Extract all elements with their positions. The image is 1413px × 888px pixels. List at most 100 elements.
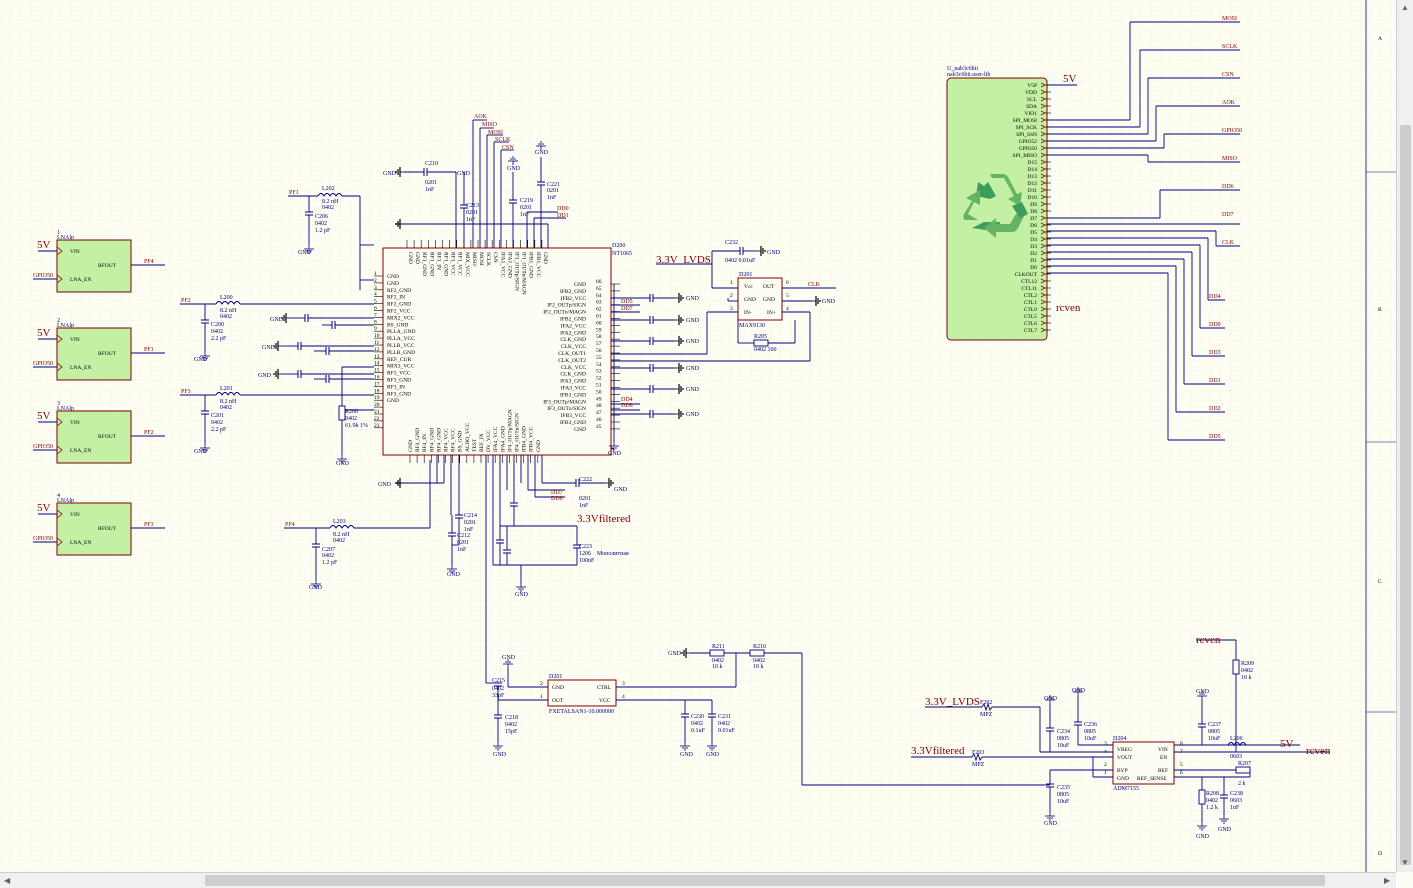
horizontal-scrollbar[interactable]: ◀ ▶	[0, 872, 1396, 888]
buffer-part: MAX9130	[739, 323, 765, 329]
c234-ref: C234	[1057, 729, 1070, 735]
rcv-pin-name: CTL6	[1024, 321, 1037, 327]
c215-val: 33pF	[492, 693, 505, 699]
gnd-label-4: GND	[336, 461, 350, 467]
horizontal-scroll-thumb[interactable]	[205, 875, 1325, 886]
tcxo-gnd-pin: GND	[552, 685, 564, 691]
c201-val: 2.2 pF	[211, 427, 227, 433]
ic-pin-number: 61	[596, 314, 602, 320]
ldo-en-label: rcven	[1306, 745, 1331, 757]
buffer-inp-pin: IN+	[767, 310, 776, 316]
ic-pin-name: RF4_IN	[422, 434, 428, 452]
tcxo-ref: D201	[549, 674, 562, 680]
lna-vin-pin: VIN	[70, 337, 80, 343]
gnd-label-5: GND	[309, 585, 323, 591]
buffer-num-6: 6	[786, 280, 789, 286]
ic-pin-name: GND	[574, 282, 586, 288]
lna-out-net: PF2	[144, 430, 154, 436]
c218-ref: C218	[505, 715, 518, 721]
ic-pin-name: IFB1_GND	[528, 252, 534, 278]
c219-val: 1nF	[520, 212, 530, 218]
c213-ref: C213	[466, 203, 479, 209]
rcv-pin-name: CTL2	[1024, 293, 1037, 299]
scroll-right-arrow-icon[interactable]: ▶	[1384, 876, 1390, 885]
ic-pin-number: 45	[596, 424, 602, 430]
c235-ref: C235	[1057, 785, 1070, 791]
tcxo[interactable]: GND OUT CTRL VCC D201 FXETALSAN1-10.0000…	[540, 674, 625, 715]
ic-pin-name: MIX2_VCC	[387, 315, 415, 321]
vertical-scrollbar[interactable]: ▲ ▼	[1396, 0, 1413, 872]
ic-pin-name: GND	[408, 440, 414, 452]
rcv-pin-name: D14	[1028, 167, 1038, 173]
c238-val: 1nF	[1230, 805, 1240, 811]
buffer-num-3: 3	[730, 306, 733, 312]
rcv-net-aok: AOK	[1222, 100, 1236, 106]
ldo-num-6: 6	[1180, 770, 1183, 776]
c201-pkg: 0402	[211, 420, 223, 426]
buffer-gnd2-pin: GND	[763, 297, 775, 303]
c221-pkg: 0201	[547, 188, 559, 194]
gnd-t4: GND	[706, 752, 720, 758]
lna-gpio-label: GPIO50	[33, 444, 53, 450]
ic-pin-name: REF_IN	[479, 433, 485, 452]
c214-pkg: 0201	[464, 520, 476, 526]
c221-val: 1nF	[547, 195, 557, 201]
ic-pin-number: 14	[374, 361, 380, 367]
gnd-r1: GND	[686, 296, 700, 302]
lna-rfout-pin: RFOUT	[98, 434, 117, 440]
gnd-label-6: GND	[270, 317, 284, 323]
r210-val: 10 k	[753, 664, 764, 670]
ic-pin-number: 19	[374, 395, 380, 401]
ldo-vin-pin: VIN	[1158, 747, 1168, 753]
scroll-down-arrow-icon[interactable]: ▼	[1401, 858, 1409, 867]
ic-pin-number: 53	[596, 369, 602, 375]
rcv-net-dd0: DD0	[1209, 322, 1221, 328]
scroll-left-arrow-icon[interactable]: ◀	[4, 876, 10, 885]
ic-pin-name: IF4_OUTn/SIGN	[515, 413, 521, 452]
rcv-pin-name: D0	[1030, 265, 1037, 271]
r211-ref: R211	[712, 644, 725, 650]
main-ic[interactable]: 1 GND 2 GND 3 RF2_GND 4 RF2_IN 5 RF2_GND 6 RF2_VCC 7…	[374, 240, 632, 463]
ic-pin-number: 2	[374, 278, 377, 284]
ldo-en-pin: EN	[1160, 755, 1167, 761]
c212-val: 1nF	[457, 547, 467, 553]
scroll-up-arrow-icon[interactable]: ▲	[1401, 3, 1409, 12]
c218-pkg: 0402	[505, 722, 517, 728]
ic-pin-name: RF1_GND	[421, 252, 427, 276]
buffer-vcc-pin: Vcc	[744, 284, 753, 290]
rcv-net-dd5: DD5	[1209, 434, 1221, 440]
rcv-pin-name: V5P	[1027, 83, 1037, 89]
buffer-ic[interactable]: Vcc GND IN- OUT GND IN+ D201 MAX9130 1 2…	[730, 272, 789, 329]
rcv-pin-name: SCL	[1027, 97, 1038, 103]
ic-pin-name: RF3_GND	[387, 378, 411, 384]
ic-pin-name: TEST	[472, 438, 478, 452]
ic-pin-number: 7	[374, 312, 377, 318]
ic-pin-number: 52	[596, 376, 602, 382]
ldo-ic[interactable]: VREG VOUT BYP GND VIN EN REF REF_SENSE D…	[1104, 736, 1183, 792]
schematic-sheet[interactable]: A B C D 1 LNAlp VIN LNA_EN RFOUT 5V GPIO50 PF4 2…	[0, 0, 1413, 888]
vertical-scroll-thumb[interactable]	[1400, 125, 1411, 865]
gnd-t5: GND	[668, 651, 682, 657]
zone-a: A	[1378, 36, 1382, 42]
c238-ref: C238	[1230, 791, 1243, 797]
f203-val: MPZ	[972, 762, 985, 768]
ic-pin-name: CSN	[492, 252, 498, 263]
ic-pin-name: RF2_IN	[387, 295, 405, 301]
f202-val: MPZ	[980, 712, 993, 718]
rcv-pin-name: CTL0	[1024, 307, 1037, 313]
gnd-l4: GND	[1044, 821, 1058, 827]
c223-pkg: 1206	[579, 551, 591, 557]
rcv-net-clk: CLK	[1222, 240, 1235, 246]
rcv-net-dd1: DD1	[1209, 378, 1221, 384]
ldo-byp-pin: BYP	[1117, 768, 1128, 774]
c231-pkg: 0402	[718, 721, 730, 727]
ic-pin-name: MIX3_VCC	[387, 364, 415, 370]
gnd-l3: GND	[1196, 689, 1210, 695]
rcv-pin-name: CTL11	[1021, 286, 1037, 292]
ic-pin-number: 15	[374, 368, 380, 374]
tcxo-num-2: 2	[540, 681, 543, 687]
ic-pin-name: PLLB_VCC	[387, 343, 415, 349]
ic-pin-name: RF1_IN	[435, 252, 441, 270]
rcv-net-dd4: DD4	[1209, 294, 1221, 300]
gnd-b3: GND	[515, 592, 529, 598]
